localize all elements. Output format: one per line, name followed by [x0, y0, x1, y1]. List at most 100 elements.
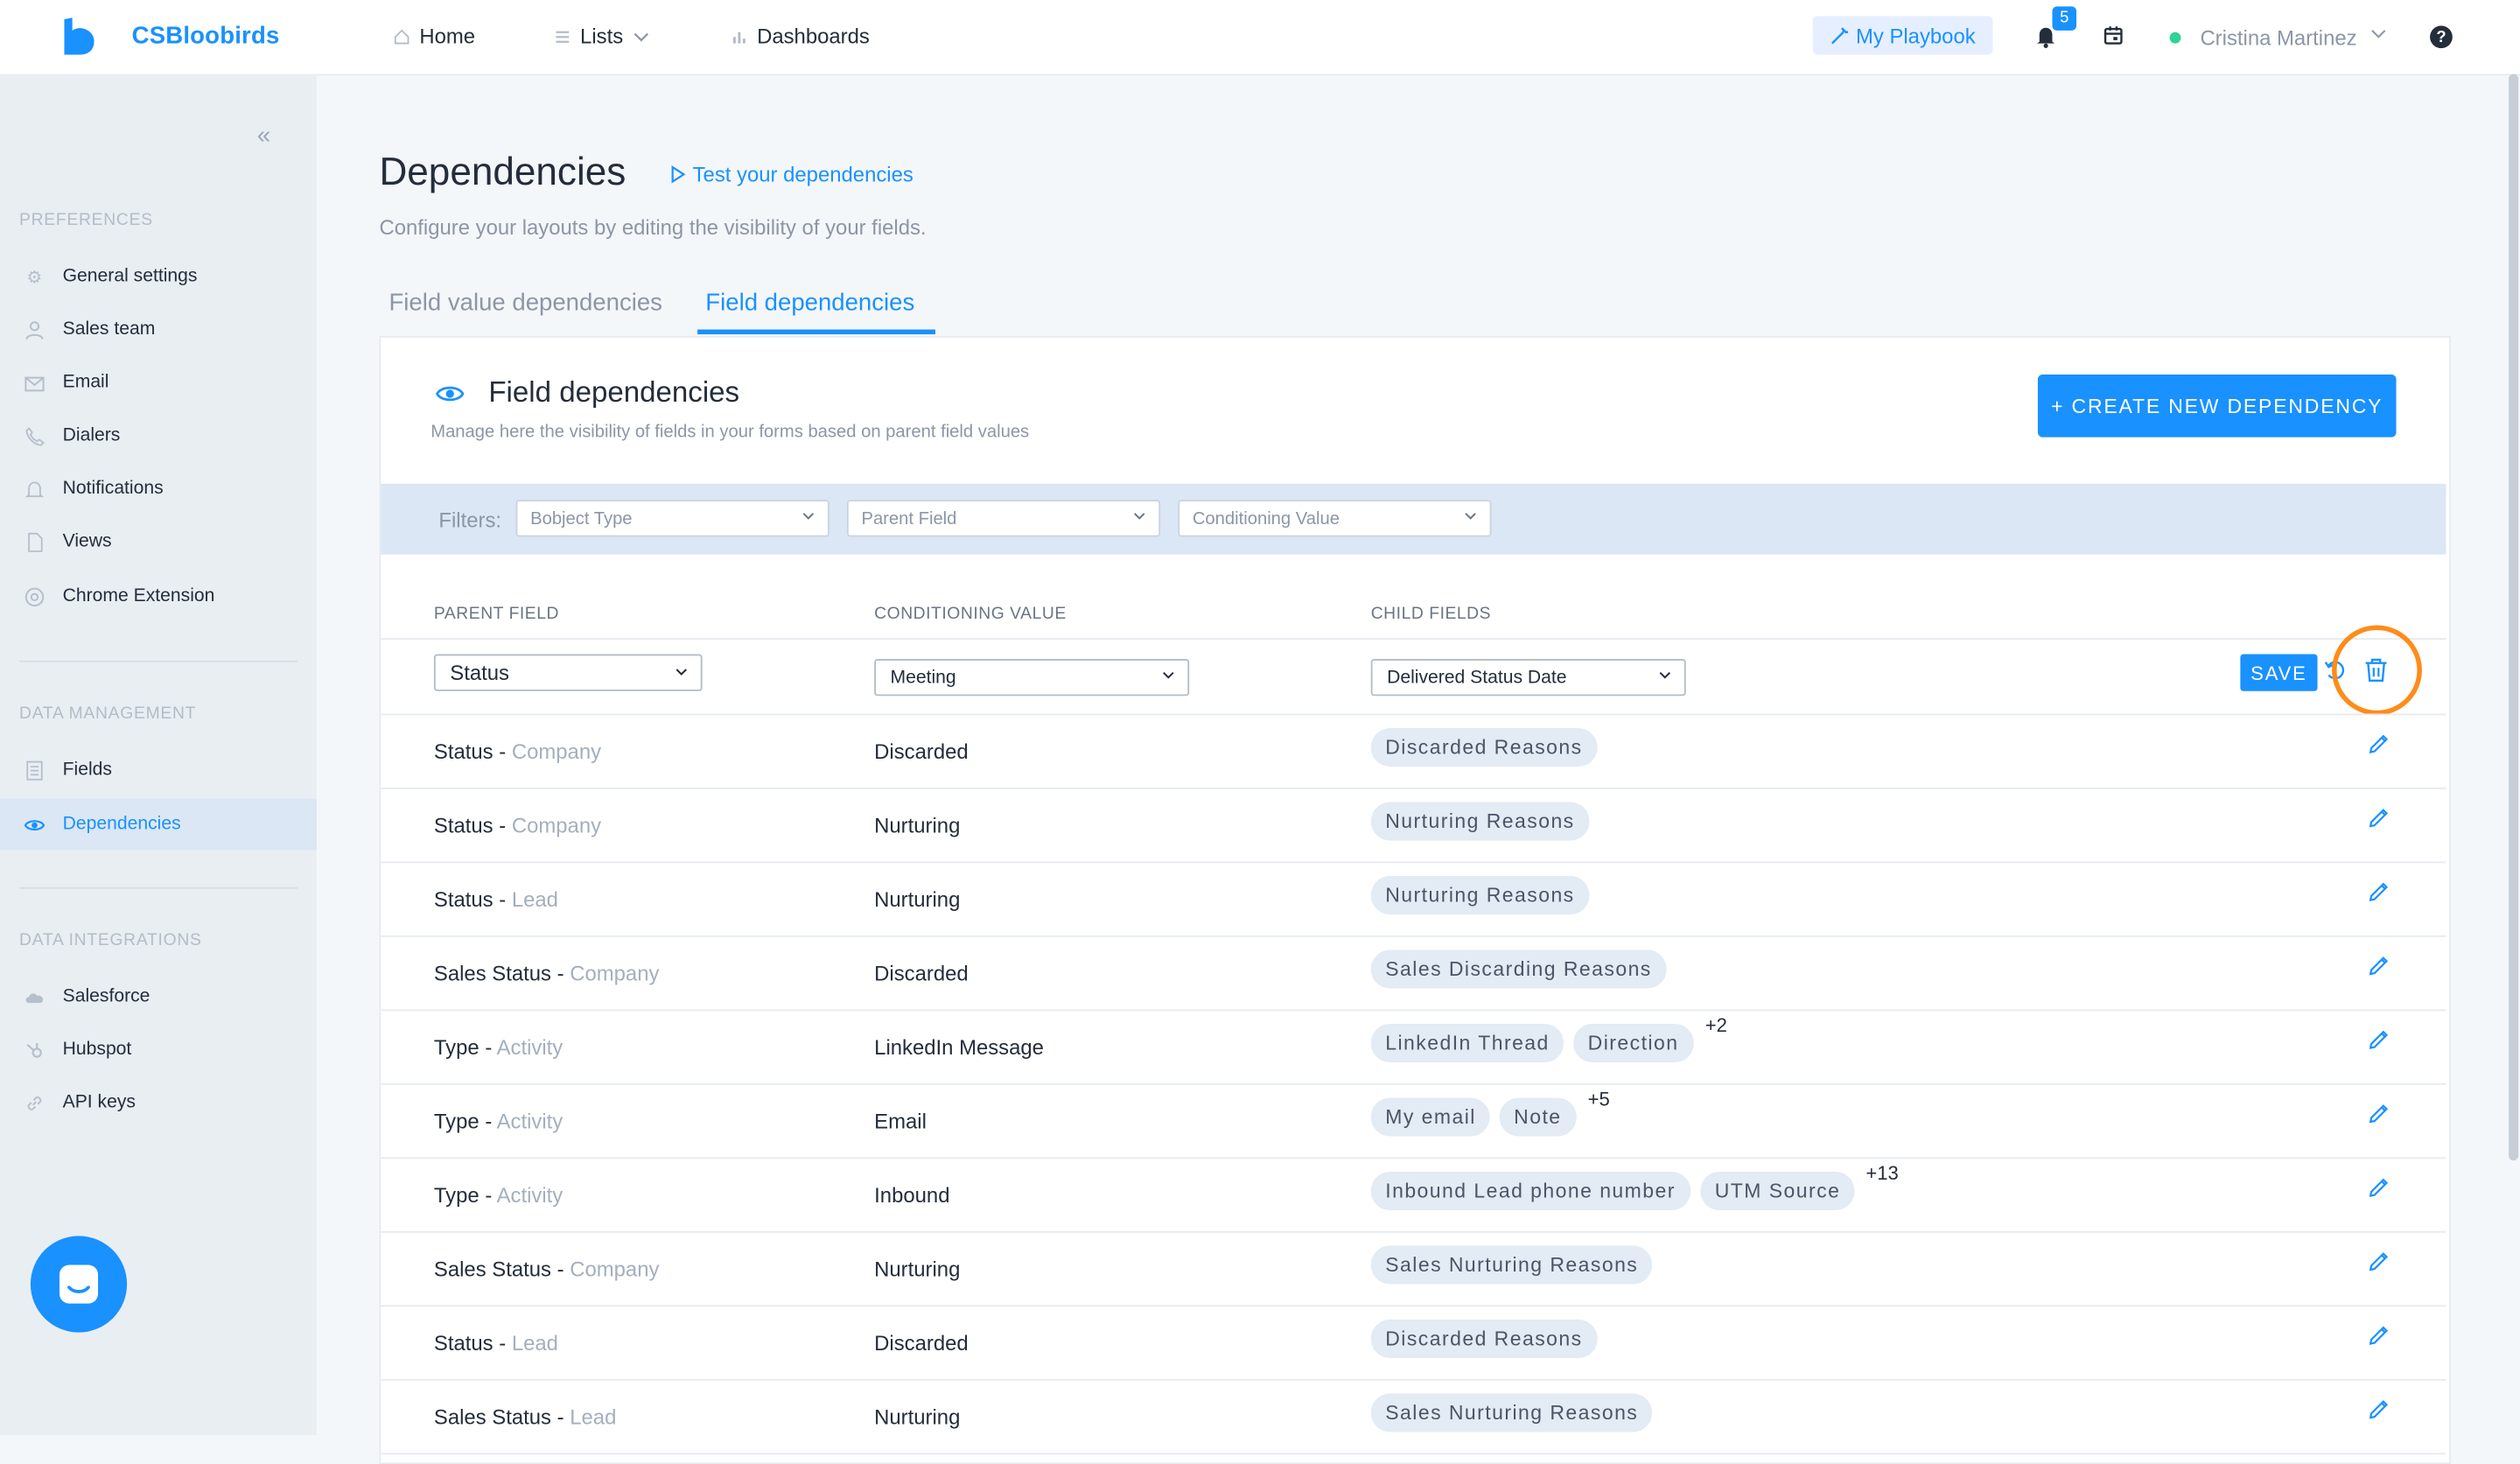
sidebar-item-salesforce[interactable]: Salesforce	[0, 970, 317, 1022]
row-divider	[381, 935, 2446, 937]
child-field-chip[interactable]: Note	[1499, 1097, 1577, 1137]
conditioning-value-cell: Nurturing	[874, 813, 961, 837]
user-name[interactable]: Cristina Martinez	[2200, 25, 2356, 50]
my-playbook-button[interactable]: My Playbook	[1812, 16, 1993, 55]
child-field-chip[interactable]: Nurturing Reasons	[1370, 802, 1590, 841]
edit-pencil-icon[interactable]	[2367, 1324, 2390, 1347]
conditioning-value-cell: Inbound	[874, 1182, 950, 1208]
edit-pencil-icon[interactable]	[2367, 1103, 2390, 1125]
bloobirds-logo-icon[interactable]	[61, 16, 96, 56]
wand-icon	[1830, 26, 1848, 44]
edit-pencil-icon[interactable]	[2367, 1176, 2390, 1199]
chevron-down-icon	[1465, 513, 1476, 520]
home-icon	[394, 28, 410, 44]
save-button[interactable]: SAVE	[2240, 654, 2318, 691]
child-field-value: Delivered Status Date	[1387, 668, 1567, 688]
sidebar-item-notifications[interactable]: Notifications	[0, 463, 317, 515]
filter-bobject-type[interactable]: Bobject Type	[515, 500, 830, 537]
child-field-chip[interactable]: Discarded Reasons	[1370, 1319, 1598, 1359]
help-icon[interactable]: ?	[2430, 25, 2453, 49]
sidebar-item-dialers[interactable]: Dialers	[0, 410, 317, 461]
parent-field-object: Company	[511, 739, 602, 764]
chat-launcher-button[interactable]	[30, 1236, 128, 1333]
hubspot-icon	[26, 1042, 42, 1057]
parent-field-object: Activity	[496, 1109, 564, 1133]
parent-field-cell: Status - Lead	[434, 887, 558, 912]
more-child-fields-count[interactable]: +5	[1588, 1088, 1610, 1110]
edit-pencil-icon[interactable]	[2367, 1250, 2390, 1273]
sidebar-item-views[interactable]: Views	[0, 516, 317, 568]
sidebar-item-fields[interactable]: Fields	[0, 744, 317, 795]
edit-pencil-icon[interactable]	[2367, 807, 2390, 830]
create-new-dependency-button[interactable]: + CREATE NEW DEPENDENCY	[2037, 374, 2397, 438]
scrollbar[interactable]	[2509, 74, 2519, 1161]
child-field-chip[interactable]: Nurturing Reasons	[1370, 876, 1590, 915]
parent-field-object: Company	[570, 961, 660, 985]
nav-lists[interactable]: Lists	[555, 25, 649, 48]
nav-dashboards[interactable]: Dashboards	[732, 25, 870, 48]
nav-home[interactable]: Home	[394, 25, 475, 48]
edit-pencil-icon[interactable]	[2367, 881, 2390, 904]
child-field-chip[interactable]: Inbound Lead phone number	[1370, 1171, 1690, 1211]
child-field-chip[interactable]: Sales Nurturing Reasons	[1370, 1393, 1653, 1432]
sidebar-item-label: Dialers	[62, 425, 121, 445]
filter-conditioning-value[interactable]: Conditioning Value	[1178, 500, 1492, 537]
brand-name[interactable]: CSBloobirds	[132, 23, 280, 50]
more-child-fields-count[interactable]: +13	[1866, 1162, 1898, 1185]
sidebar-item-general-settings[interactable]: ⚙ General settings	[0, 251, 317, 303]
tab-field-value-dependencies[interactable]: Field value dependencies	[388, 290, 662, 317]
sidebar-item-label: Chrome Extension	[62, 586, 215, 606]
parent-field-object: Lead	[511, 886, 558, 912]
separator: -	[479, 1109, 497, 1133]
child-field-chip[interactable]: Sales Discarding Reasons	[1370, 949, 1667, 989]
calendar-icon[interactable]	[2104, 25, 2123, 45]
parent-field-cell: Status - Company	[434, 739, 601, 764]
edit-pencil-icon[interactable]	[2367, 955, 2390, 977]
parent-field-name: Sales Status	[433, 1404, 551, 1429]
user-menu-chevron-icon[interactable]	[2370, 27, 2386, 40]
sidebar-item-dependencies[interactable]: Dependencies	[0, 798, 317, 851]
more-child-fields-count[interactable]: +2	[1705, 1014, 1727, 1037]
chevron-down-icon	[1659, 671, 1671, 679]
filter-parent-field[interactable]: Parent Field	[846, 500, 1161, 537]
child-field-chip[interactable]: UTM Source	[1700, 1171, 1855, 1211]
column-header-conditioning-value: CONDITIONING VALUE	[874, 604, 1067, 624]
chevron-down-icon	[1163, 671, 1174, 679]
parent-field-select[interactable]: Status	[433, 654, 703, 691]
child-field-chip[interactable]: LinkedIn Thread	[1370, 1023, 1564, 1063]
conditioning-value-cell: LinkedIn Message	[874, 1034, 1044, 1060]
sidebar-item-label: General settings	[62, 266, 198, 286]
conditioning-value-cell: Discarded	[874, 739, 969, 764]
column-header-parent-field: PARENT FIELD	[433, 604, 559, 624]
child-field-chip[interactable]: Sales Nurturing Reasons	[1370, 1245, 1653, 1285]
parent-field-cell: Type - Activity	[434, 1035, 563, 1060]
child-field-chip[interactable]: Discarded Reasons	[1370, 728, 1598, 767]
tab-field-dependencies[interactable]: Field dependencies	[705, 290, 914, 317]
parent-field-object: Company	[570, 1257, 660, 1281]
separator: -	[479, 1182, 497, 1208]
section-data-integrations: DATA INTEGRATIONS	[19, 930, 202, 950]
edit-pencil-icon[interactable]	[2367, 1398, 2390, 1421]
child-fields-select[interactable]: Delivered Status Date	[1370, 659, 1686, 697]
file-icon	[28, 531, 43, 551]
child-field-chip[interactable]: Direction	[1573, 1023, 1694, 1063]
sidebar-item-api-keys[interactable]: API keys	[0, 1077, 317, 1129]
conditioning-value-select[interactable]: Meeting	[874, 659, 1190, 697]
my-playbook-label: My Playbook	[1855, 23, 1976, 48]
list-icon	[26, 760, 43, 780]
top-bar: CSBloobirds Home Lists Dashboards My Pla…	[0, 0, 2520, 76]
row-divider	[381, 1230, 2446, 1233]
sidebar-item-email[interactable]: Email	[0, 357, 317, 409]
sidebar-item-chrome-extension[interactable]: Chrome Extension	[0, 571, 317, 622]
collapse-sidebar-icon[interactable]: «	[257, 123, 271, 150]
edit-pencil-icon[interactable]	[2367, 733, 2390, 756]
parent-field-object: Activity	[496, 1034, 564, 1060]
edit-pencil-icon[interactable]	[2367, 1028, 2390, 1051]
sidebar-divider	[19, 886, 298, 889]
sidebar-item-label: Notifications	[62, 479, 164, 499]
test-dependencies-link[interactable]: Test your dependencies	[670, 163, 914, 186]
child-field-chip[interactable]: My email	[1370, 1097, 1491, 1137]
sidebar-item-sales-team[interactable]: Sales team	[0, 304, 317, 355]
sidebar-item-hubspot[interactable]: Hubspot	[0, 1024, 317, 1075]
play-icon	[671, 165, 686, 184]
